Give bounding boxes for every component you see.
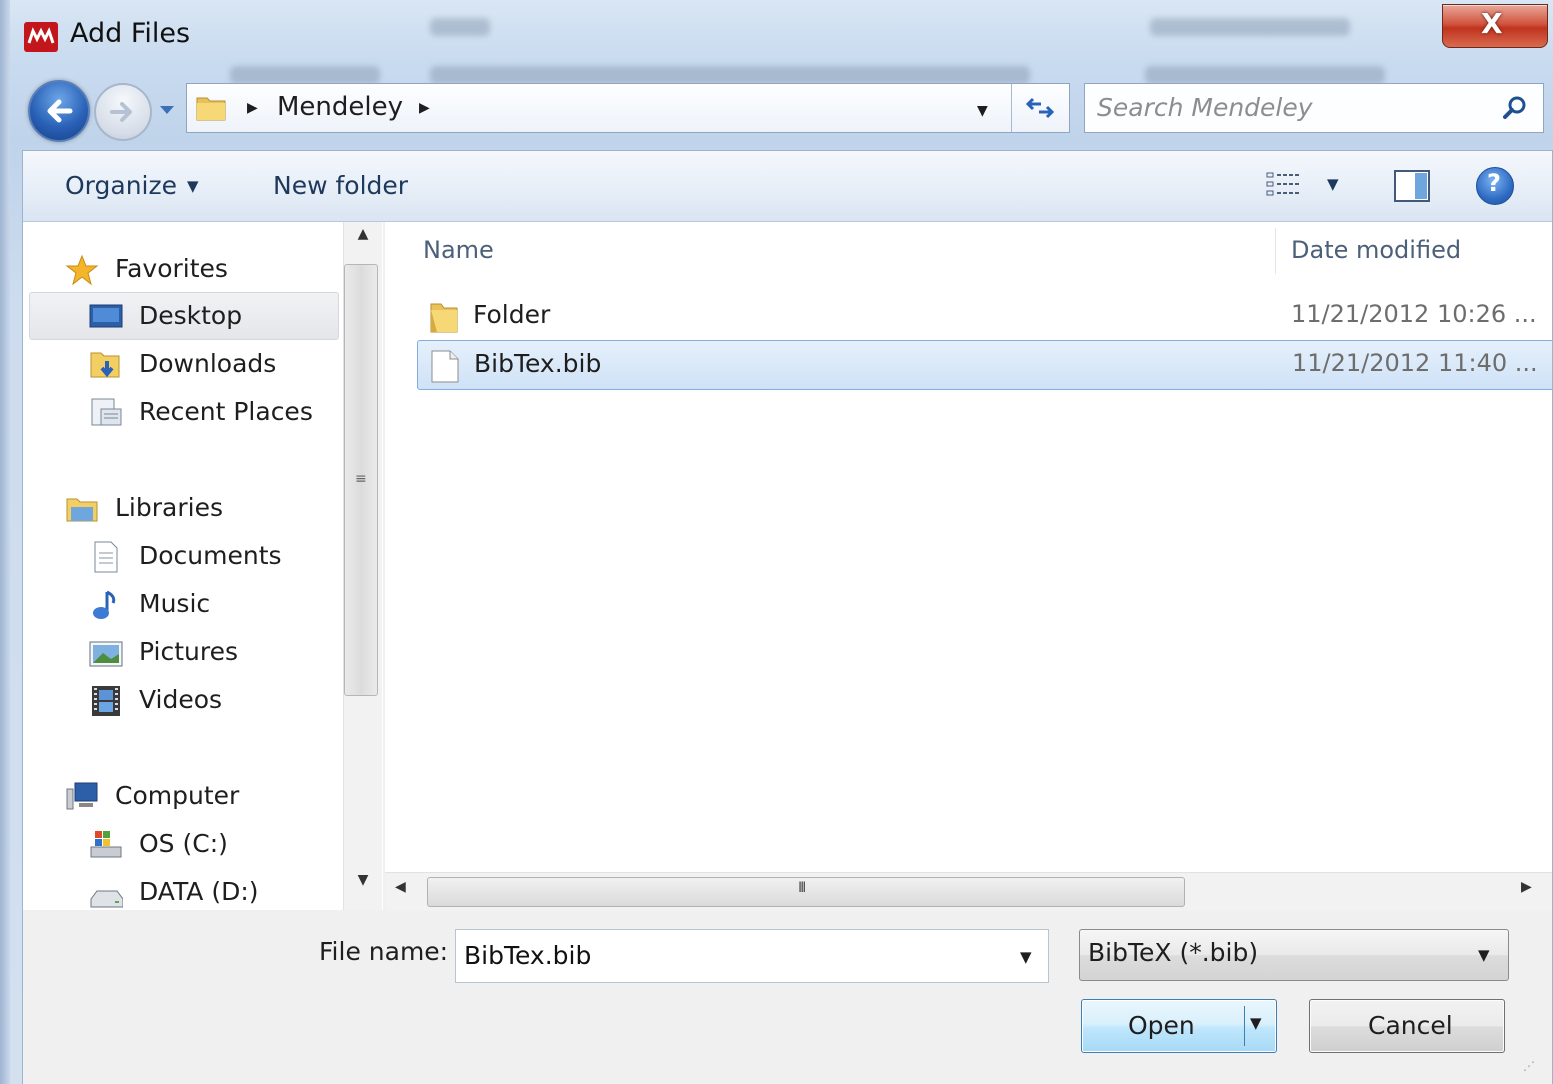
libraries-icon [66,498,98,522]
nav-label: Libraries [115,493,223,522]
star-icon [65,254,99,286]
music-icon [93,590,116,619]
cancel-label: Cancel [1368,1011,1453,1040]
window-border [0,0,10,1084]
nav-label: Documents [139,541,282,570]
breadcrumb-arrow-icon[interactable]: ▶ [247,100,258,116]
nav-label: Favorites [115,254,228,283]
folder-icon [430,303,458,333]
chevron-down-icon: ▼ [1327,175,1339,193]
open-label: Open [1128,1011,1195,1040]
column-divider[interactable] [1275,228,1276,274]
nav-label: Computer [115,781,240,810]
resize-grip-icon[interactable]: ⋰ [1523,1059,1535,1073]
forward-arrow-icon [110,102,132,122]
file-type-select[interactable]: BibTeX (*.bib) ▼ [1079,929,1509,981]
column-header-name[interactable]: Name [423,236,494,264]
forward-button[interactable] [94,83,152,141]
breadcrumb-arrow-icon[interactable]: ▶ [419,100,430,116]
file-row-folder[interactable]: Folder 11/21/2012 10:26 ... [417,292,1552,340]
scrollbar-thumb[interactable]: ≡ [344,264,378,696]
drive-d-icon [90,890,123,908]
address-history-dropdown[interactable]: ▼ [977,103,988,119]
back-button[interactable] [28,80,90,142]
nav-label: Desktop [139,301,243,330]
add-files-dialog: Add Files X ▶ Mendeley ▶ ▼ Search Mendel… [0,0,1553,1084]
scrollbar-grip-icon: ≡ [355,471,367,487]
scroll-left-icon[interactable]: ◀ [395,879,406,895]
horizontal-scrollbar[interactable]: ◀ III ▶ [385,872,1552,911]
command-toolbar: Organize ▼ New folder ▼ ? [23,151,1552,222]
split-divider [1244,1006,1245,1046]
refresh-button[interactable] [1011,84,1068,132]
dialog-body: Organize ▼ New folder ▼ ? Favorites Desk… [22,150,1553,1084]
scrollbar-grip-icon: III [798,880,807,896]
cancel-button[interactable]: Cancel [1309,999,1505,1053]
nav-label: Downloads [139,349,277,378]
scrollbar-thumb[interactable]: III [427,877,1185,907]
scroll-right-icon[interactable]: ▶ [1521,879,1532,895]
organize-label: Organize [65,171,177,200]
close-button[interactable]: X [1442,4,1548,48]
back-arrow-icon [47,99,73,123]
file-row-bibtex[interactable]: BibTex.bib 11/21/2012 11:40 ... [417,340,1552,390]
file-name-input[interactable] [464,938,984,972]
navigation-pane: Favorites Desktop Downloads Recent Place… [23,222,383,910]
file-date: 11/21/2012 10:26 ... [1291,300,1537,328]
folder-icon [195,92,229,130]
navigation-scrollbar[interactable]: ▲ ≡ ▼ [343,222,382,910]
new-folder-button[interactable]: New folder [273,171,408,200]
file-date: 11/21/2012 11:40 ... [1292,349,1538,377]
change-view-button[interactable]: ▼ [1265,169,1345,205]
file-type-value: BibTeX (*.bib) [1088,938,1259,967]
chevron-down-icon: ▼ [1478,946,1490,964]
recent-locations-dropdown[interactable] [156,98,178,120]
help-button[interactable]: ? [1476,167,1514,205]
organize-button[interactable]: Organize ▼ [65,171,199,200]
close-icon: X [1481,7,1503,40]
nav-label: Pictures [139,637,238,666]
desktop-icon [89,304,123,328]
file-list: Name Date modified Folder 11/21/2012 10:… [385,222,1552,910]
help-icon: ? [1487,169,1501,197]
chevron-down-icon[interactable]: ▼ [1020,948,1032,966]
file-name: BibTex.bib [474,349,602,378]
file-name: Folder [473,300,551,329]
downloads-icon [90,352,120,378]
drive-c-icon [90,831,122,858]
computer-icon [66,782,98,810]
preview-pane-button[interactable] [1393,169,1431,209]
search-box[interactable] [1084,83,1544,133]
scroll-down-icon[interactable]: ▼ [344,872,382,902]
file-name-combobox[interactable]: ▼ [455,929,1049,983]
scroll-up-icon[interactable]: ▲ [344,226,382,256]
nav-label: DATA (D:) [139,877,259,906]
file-name-label: File name: [319,937,449,966]
refresh-icon [1025,97,1055,119]
address-bar[interactable]: ▶ Mendeley ▶ ▼ [186,83,1070,133]
chevron-down-icon [160,106,174,114]
nav-label: OS (C:) [139,829,228,858]
search-icon[interactable] [1501,94,1529,122]
nav-label: Music [139,589,211,618]
nav-label: Recent Places [139,397,313,426]
preview-pane-icon [1394,170,1430,202]
chevron-down-icon: ▼ [187,177,199,195]
mendeley-logo-icon [24,22,58,52]
title-bar[interactable]: Add Files X [10,0,1553,70]
documents-icon [94,541,118,573]
column-header-date-modified[interactable]: Date modified [1291,236,1461,264]
open-button[interactable]: Open ▼ [1081,999,1277,1053]
search-input[interactable] [1097,90,1487,124]
breadcrumb-mendeley[interactable]: Mendeley [277,92,403,122]
videos-icon [92,686,120,716]
window-title: Add Files [70,18,191,49]
open-options-dropdown[interactable]: ▼ [1250,1014,1262,1032]
details-view-icon [1266,172,1299,196]
file-icon [431,350,459,383]
nav-label: Videos [139,685,223,714]
recent-places-icon [91,398,122,426]
pictures-icon [89,641,123,667]
